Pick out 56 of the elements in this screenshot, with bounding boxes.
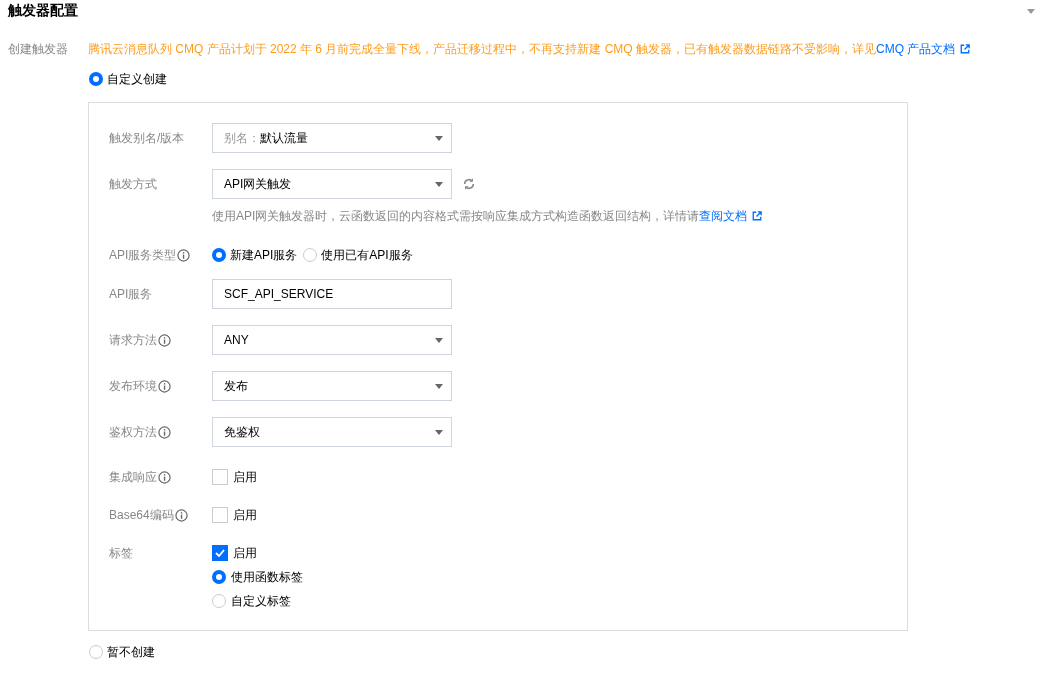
checkbox[interactable]	[212, 469, 228, 485]
dropdown-value: 默认流量	[260, 130, 308, 145]
field-label: 创建触发器	[7, 41, 69, 57]
radio-label[interactable]: 新建API服务	[230, 247, 298, 263]
checkbox[interactable]	[212, 507, 228, 523]
dropdown-caret-icon	[435, 337, 443, 343]
radio-button[interactable]	[212, 570, 226, 584]
dropdown-value: 发布	[224, 378, 248, 393]
field-label: 集成响应	[109, 468, 157, 486]
radio-label[interactable]: 暂不创建	[107, 644, 155, 660]
checkbox-label[interactable]: 启用	[233, 544, 257, 562]
docs-link[interactable]: CMQ 产品文档	[876, 42, 956, 56]
field-label: API服务类型	[109, 246, 177, 264]
dropdown-caret-icon	[435, 383, 443, 389]
dropdown-prefix: 别名：	[224, 130, 260, 145]
external-link-icon	[960, 44, 971, 54]
dropdown[interactable]: 发布	[212, 371, 452, 401]
help-text: 使用API网关触发器时，云函数返回的内容格式需按响应集成方式构造函数返回结构，详情请查阅文档	[212, 207, 763, 225]
dropdown-caret-icon	[435, 429, 443, 435]
dropdown[interactable]: API网关触发	[212, 169, 452, 199]
field-label: 请求方法	[109, 331, 157, 349]
refresh-icon[interactable]	[462, 177, 476, 191]
dropdown[interactable]: ANY	[212, 325, 452, 355]
radio-label[interactable]: 使用已有API服务	[321, 247, 413, 263]
dropdown-value: API网关触发	[224, 176, 292, 191]
text-input[interactable]: SCF_API_SERVICE	[212, 279, 452, 309]
dropdown[interactable]: 别名：默认流量	[212, 123, 452, 153]
notice-text: 腾讯云消息队列 CMQ 产品计划于 2022 年 6 月前完成全量下线，产品迁移过程中，不再支持新建 CMQ 触发器，已有触发器数据链路不受影响，详见CMQ 产品文档	[88, 41, 971, 57]
checkmark-icon	[215, 549, 225, 557]
radio-button[interactable]	[212, 248, 226, 262]
field-label: 发布环境	[109, 377, 157, 395]
radio-button[interactable]	[89, 645, 103, 659]
radio-label[interactable]: 使用函数标签	[231, 569, 303, 585]
external-link-icon	[752, 211, 763, 221]
radio-button[interactable]	[212, 594, 226, 608]
dropdown-value: 免鉴权	[224, 424, 260, 439]
field-label: API服务	[109, 285, 153, 303]
radio-button[interactable]	[89, 72, 103, 86]
checkbox-label[interactable]: 启用	[233, 506, 257, 524]
radio-label[interactable]: 自定义标签	[231, 593, 291, 609]
checkbox[interactable]	[212, 545, 228, 561]
dropdown[interactable]: 免鉴权	[212, 417, 452, 447]
dropdown-value: ANY	[224, 333, 249, 347]
field-label: 触发方式	[109, 175, 157, 193]
field-label: 标签	[109, 544, 133, 562]
field-label: 鉴权方法	[109, 423, 157, 441]
dropdown-caret-icon	[435, 181, 443, 187]
radio-label[interactable]: 自定义创建	[107, 71, 167, 87]
checkbox-label[interactable]: 启用	[233, 468, 257, 486]
collapse-caret-icon	[1027, 8, 1035, 14]
field-label: 触发别名/版本	[109, 129, 185, 147]
field-label: Base64编码	[109, 506, 174, 524]
radio-button[interactable]	[303, 248, 318, 262]
section-title: 触发器配置	[8, 2, 78, 20]
dropdown-caret-icon	[435, 135, 443, 141]
docs-link[interactable]: 查阅文档	[699, 209, 748, 223]
